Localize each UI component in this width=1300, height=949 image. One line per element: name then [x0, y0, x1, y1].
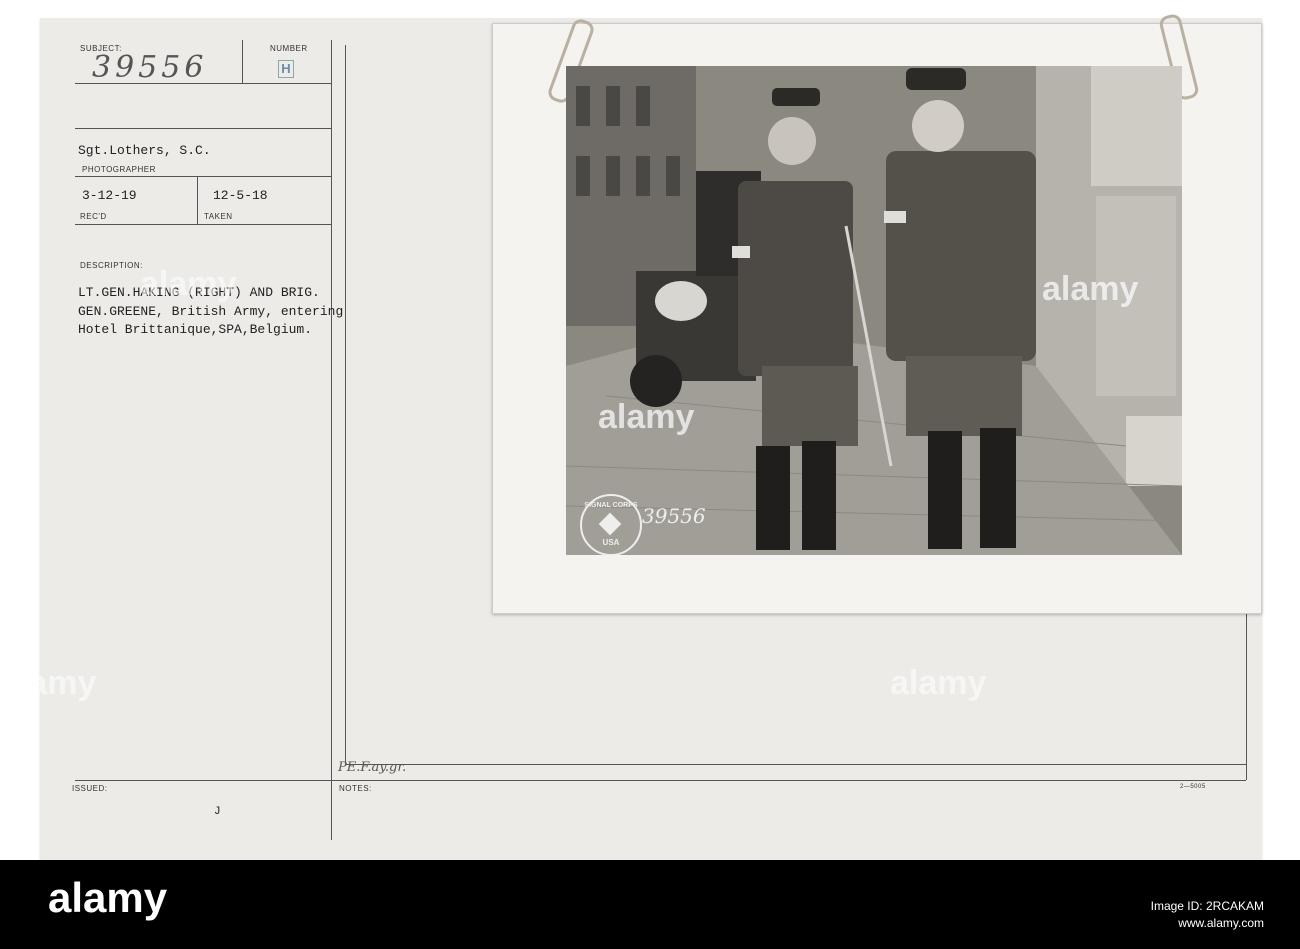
footer-bar: alamy Image ID: 2RCAKAM www.alamy.com	[0, 860, 1300, 949]
photograph-scene	[566, 66, 1182, 555]
notes-rule	[345, 764, 1246, 765]
form-number: 2—5005	[1180, 784, 1206, 790]
watermark-bottom-left: alamy	[0, 664, 97, 702]
watermark-bottom-center: alamy	[890, 664, 987, 702]
notes-label: NOTES:	[339, 784, 372, 793]
issued-rule	[75, 780, 1246, 781]
issued-value: J	[214, 806, 221, 818]
number-stamp: H	[278, 60, 294, 78]
signal-corps-stamp-emblem	[598, 512, 622, 536]
signal-corps-stamp-top: SIGNAL CORPS	[584, 502, 638, 509]
inner-column-rule	[345, 45, 346, 765]
description-label: DESCRIPTION:	[80, 261, 143, 270]
footer-image-id: Image ID: 2RCAKAM	[1150, 899, 1264, 913]
photographer-rule	[75, 128, 331, 129]
signal-corps-stamp-bottom: USA	[602, 538, 620, 547]
right-border-rule	[1246, 600, 1247, 780]
archival-photograph: SIGNAL CORPS USA 39556	[566, 66, 1182, 555]
signal-corps-stamp: SIGNAL CORPS USA	[580, 494, 642, 555]
left-column-rule	[331, 40, 332, 840]
footer-meta: Image ID: 2RCAKAM www.alamy.com	[1151, 896, 1264, 930]
description-line-3: Hotel Brittanique,SPA,Belgium.	[78, 322, 313, 337]
recd-rule	[75, 176, 331, 177]
watermark-top-left: alamy	[140, 265, 237, 303]
taken-label: TAKEN	[204, 212, 233, 221]
issued-label: ISSUED:	[72, 784, 108, 793]
recd-bottom-rule	[75, 224, 331, 225]
photographer-label: PHOTOGRAPHER	[82, 165, 156, 174]
footer-logo[interactable]: alamy	[48, 874, 167, 922]
recd-date: 3-12-19	[82, 188, 137, 203]
photographer-name: Sgt.Lothers, S.C.	[78, 143, 211, 158]
watermark-photo-right: alamy	[1042, 270, 1139, 308]
footer-url[interactable]: www.alamy.com	[1151, 916, 1264, 930]
description-line-2: GEN.GREENE, British Army, entering	[78, 304, 344, 319]
watermark-photo-left: alamy	[598, 398, 695, 436]
notes-value: PE.F.ay.gr.	[338, 760, 407, 775]
recd-label: REC'D	[80, 212, 107, 221]
subject-number: 39556	[92, 50, 208, 85]
recd-divider	[197, 176, 198, 224]
header-divider	[242, 40, 243, 83]
photo-stamp-number: 39556	[642, 504, 706, 528]
taken-date: 12-5-18	[213, 188, 268, 203]
number-label: NUMBER	[270, 44, 308, 53]
